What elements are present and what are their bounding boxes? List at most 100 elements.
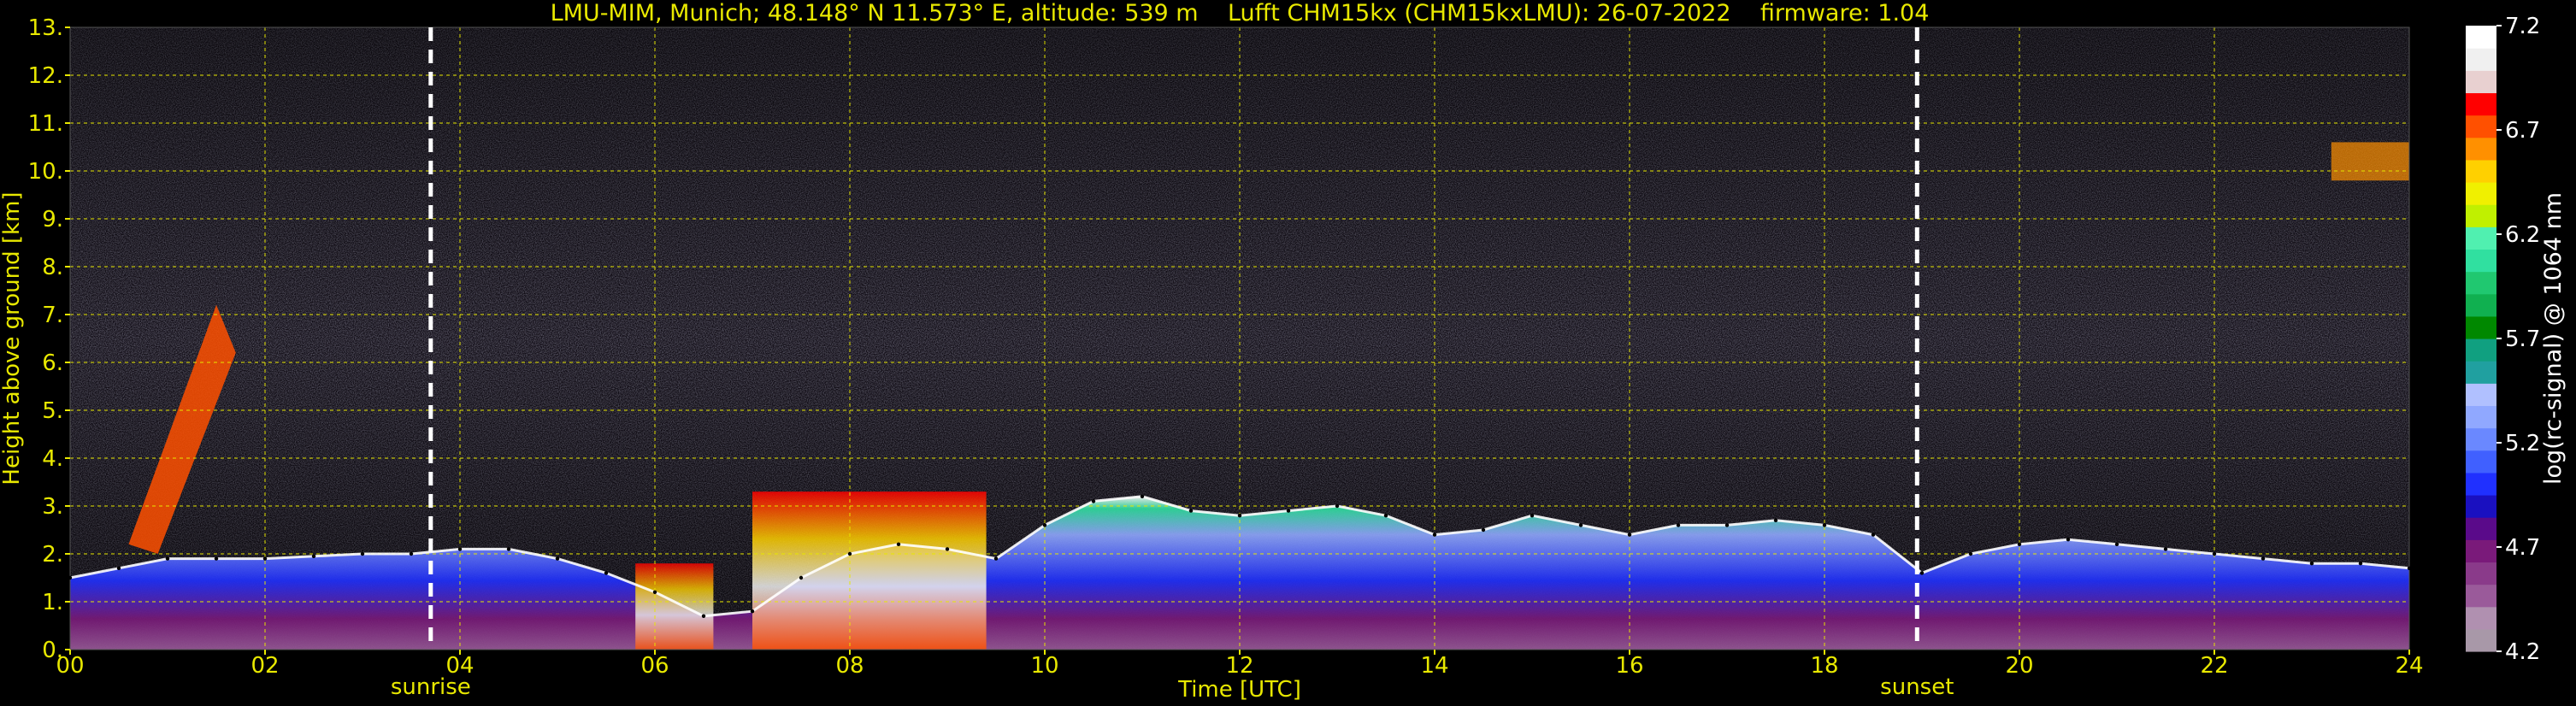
series-point <box>1724 523 1730 527</box>
series-point <box>1919 571 1925 575</box>
y-axis-label: Height above ground [km] <box>0 191 25 485</box>
series-point <box>262 556 268 561</box>
series-point <box>799 575 804 580</box>
colorbar-segment <box>2466 472 2496 496</box>
series-point <box>750 609 755 614</box>
series-point <box>1968 551 1973 556</box>
y-tick-label: 12. <box>28 63 63 89</box>
series-point <box>1237 514 1242 518</box>
series-point <box>457 547 463 551</box>
series-point <box>896 542 901 546</box>
colorbar-segment <box>2466 204 2496 227</box>
colorbar-segment <box>2466 137 2496 161</box>
series-point <box>1822 523 1827 527</box>
series-point <box>945 547 950 551</box>
series-point <box>1481 527 1486 532</box>
y-tick-label: 4. <box>42 446 63 472</box>
colorbar-segment <box>2466 562 2496 585</box>
y-tick-label: 6. <box>42 350 63 376</box>
x-tick-label: 16 <box>1615 653 1643 679</box>
series-point <box>1188 509 1194 513</box>
colorbar-segment <box>2466 315 2496 339</box>
colorbar-tick-label: 7.2 <box>2505 14 2540 39</box>
series-point <box>2261 556 2266 561</box>
y-tick-label: 1. <box>42 590 63 615</box>
x-tick-label: 08 <box>835 653 864 679</box>
series-point <box>2358 562 2363 566</box>
series-point <box>1383 514 1388 518</box>
colorbar-segment <box>2466 338 2496 362</box>
colorbar-tick-label: 6.2 <box>2505 222 2540 248</box>
y-tick-label: 7. <box>42 303 63 328</box>
series-point <box>993 556 999 561</box>
series-point <box>2407 566 2412 570</box>
colorbar-segment <box>2466 495 2496 518</box>
x-tick-label: 02 <box>251 653 279 679</box>
colorbar-segment <box>2466 159 2496 183</box>
series-point <box>1042 523 1047 527</box>
x-tick-label: 24 <box>2395 653 2423 679</box>
series-point <box>165 556 170 561</box>
series-point <box>604 571 609 575</box>
colorbar-segment <box>2466 427 2496 451</box>
chart-title: LMU-MIM, Munich; 48.148° N 11.573° E, al… <box>551 0 1930 26</box>
y-tick-label: 13. <box>28 15 63 41</box>
ceilometer-chart: sunrise sunset 00 02 04 06 08 10 12 14 16 18 20 22 24… <box>0 0 2567 703</box>
x-tick-label: 14 <box>1420 653 1448 679</box>
x-tick-label: 04 <box>445 653 474 679</box>
series-point <box>360 551 365 556</box>
series-point <box>1676 523 1681 527</box>
series-point <box>555 556 560 561</box>
colorbar-segment <box>2466 584 2496 608</box>
x-axis-label: Time [UTC] <box>1177 677 1301 703</box>
colorbar-segment <box>2466 450 2496 474</box>
y-tick-label: 9. <box>42 207 63 232</box>
x-tick-label: 12 <box>1225 653 1253 679</box>
y-axis-ticks: 0. 1. 2. 3. 4. 5. 6. 7. 8. 9. 10. 11. 12. 13. <box>28 15 70 663</box>
x-tick-label: 20 <box>2005 653 2033 679</box>
series-point <box>1432 532 1437 537</box>
series-point <box>2163 547 2168 551</box>
colorbar-segment <box>2466 517 2496 540</box>
colorbar-tick-label: 4.7 <box>2505 535 2540 561</box>
series-point <box>311 554 316 558</box>
series-point <box>409 551 414 556</box>
y-tick-label: 10. <box>28 159 63 185</box>
series-point <box>701 614 706 618</box>
colorbar-ticks: 4.2 4.7 5.2 5.7 6.2 6.7 7.2 <box>2496 14 2540 665</box>
colorbar <box>2466 26 2496 652</box>
x-tick-label: 22 <box>2200 653 2228 679</box>
colorbar-segment <box>2466 182 2496 205</box>
colorbar-segment <box>2466 628 2496 652</box>
series-point <box>1530 514 1535 518</box>
colorbar-segment <box>2466 26 2496 49</box>
series-point <box>2212 551 2217 556</box>
y-tick-label: 5. <box>42 398 63 424</box>
x-tick-label: 10 <box>1030 653 1058 679</box>
colorbar-segment <box>2466 271 2496 295</box>
colorbar-segment <box>2466 606 2496 630</box>
colorbar-segment <box>2466 115 2496 138</box>
elevated-layer <box>2331 142 2409 181</box>
y-tick-label: 0. <box>42 638 63 663</box>
series-point <box>68 575 73 580</box>
series-point <box>214 556 219 561</box>
x-tick-label: 18 <box>1810 653 1838 679</box>
series-point <box>1140 494 1145 498</box>
colorbar-segment <box>2466 227 2496 250</box>
y-tick-label: 3. <box>42 494 63 520</box>
series-point <box>1286 509 1291 513</box>
colorbar-segment <box>2466 293 2496 317</box>
series-point <box>2017 542 2022 546</box>
series-point <box>116 566 121 570</box>
series-point <box>2066 538 2071 542</box>
colorbar-segment <box>2466 70 2496 94</box>
cloud-band <box>635 563 714 650</box>
series-point <box>506 547 511 551</box>
colorbar-segment <box>2466 405 2496 429</box>
colorbar-segment <box>2466 361 2496 384</box>
cloud-band <box>752 491 987 650</box>
x-tick-label: 06 <box>640 653 669 679</box>
sunset-label: sunset <box>1880 674 1954 700</box>
colorbar-tick-label: 4.2 <box>2505 639 2540 665</box>
